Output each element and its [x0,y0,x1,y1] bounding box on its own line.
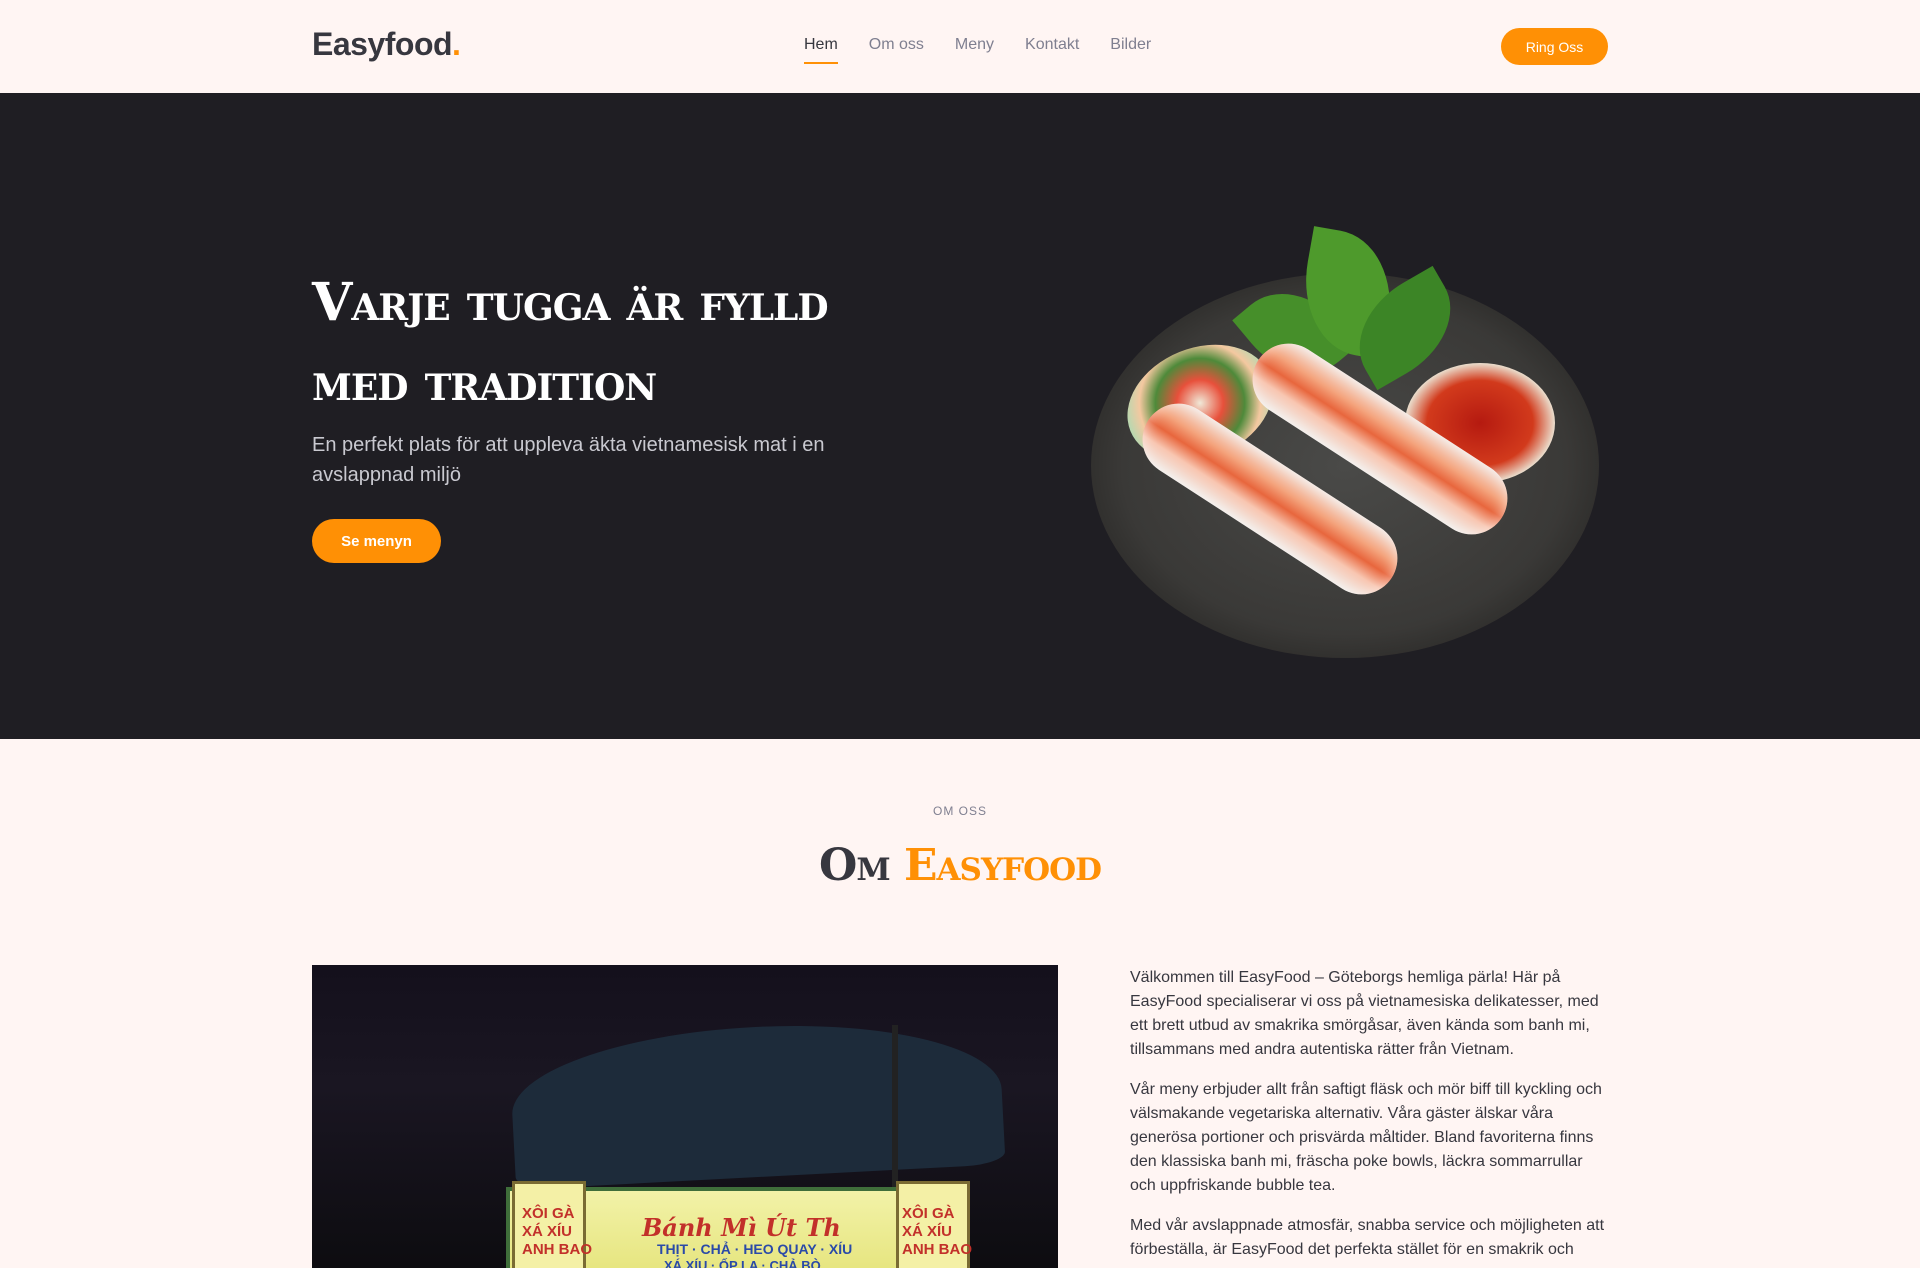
side-sign-left-text: XÔI GÀ XÁ XÍU ANH BAO [522,1205,592,1259]
about-title-accent: Easyfood [903,840,1102,891]
umbrella-shape [508,1014,1006,1190]
side-sign-line: XÁ XÍU [902,1223,953,1240]
nav-link-hem[interactable]: Hem [804,36,838,66]
spring-rolls-image [1085,163,1615,663]
side-sign-right-text: XÔI GÀ XÁ XÍU ANH BAO [902,1205,972,1259]
see-menu-button[interactable]: Se menyn [312,519,441,563]
about-paragraph: Vår meny erbjuder allt från saftigt fläs… [1130,1081,1602,1194]
stall-sign-subtitle-2: XÁ XÍU · ỐP LA · CHẢ BÒ [664,1258,821,1268]
side-sign-line: ANH BAO [522,1241,592,1258]
nav-link-meny[interactable]: Meny [955,36,994,66]
about-title-prefix: Om [819,840,904,891]
main-nav: Hem Om oss Meny Kontakt Bilder [804,36,1182,66]
site-header: Easyfood. Hem Om oss Meny Kontakt Bilder… [0,0,1920,93]
hero-title: Varje tugga är fylld med tradition [312,272,829,413]
about-text: Välkommen till EasyFood – Göteborgs heml… [1130,966,1610,1268]
about-title: Om Easyfood [0,840,1920,891]
call-us-button[interactable]: Ring Oss [1501,28,1608,65]
logo-text: Easyfood [312,26,453,62]
about-eyebrow: OM OSS [932,804,987,818]
nav-link-kontakt[interactable]: Kontakt [1025,36,1079,66]
logo[interactable]: Easyfood. [312,26,461,63]
stall-sign-subtitle: THỊT · CHẢ · HEO QUAY · XÍU [657,1241,853,1257]
side-sign-line: XÔI GÀ [902,1205,955,1222]
stall-sign-title: Bánh Mì Út Th [642,1213,841,1242]
logo-dot: . [452,26,461,62]
side-sign-line: XÔI GÀ [522,1205,575,1222]
banh-mi-stall-photo: XÔI GÀ XÁ XÍU ANH BAO XÔI GÀ XÁ XÍU ANH … [312,965,1058,1268]
side-sign-line: XÁ XÍU [522,1223,573,1240]
nav-link-om-oss[interactable]: Om oss [869,36,924,66]
about-paragraph: Välkommen till EasyFood – Göteborgs heml… [1130,969,1599,1058]
nav-link-bilder[interactable]: Bilder [1110,36,1151,66]
hero-section: Varje tugga är fylld med tradition En pe… [0,93,1920,739]
side-sign-line: ANH BAO [902,1241,972,1258]
hero-subtitle: En perfekt plats för att uppleva äkta vi… [312,434,825,486]
about-paragraph: Med vår avslappnade atmosfär, snabba ser… [1130,1217,1605,1258]
